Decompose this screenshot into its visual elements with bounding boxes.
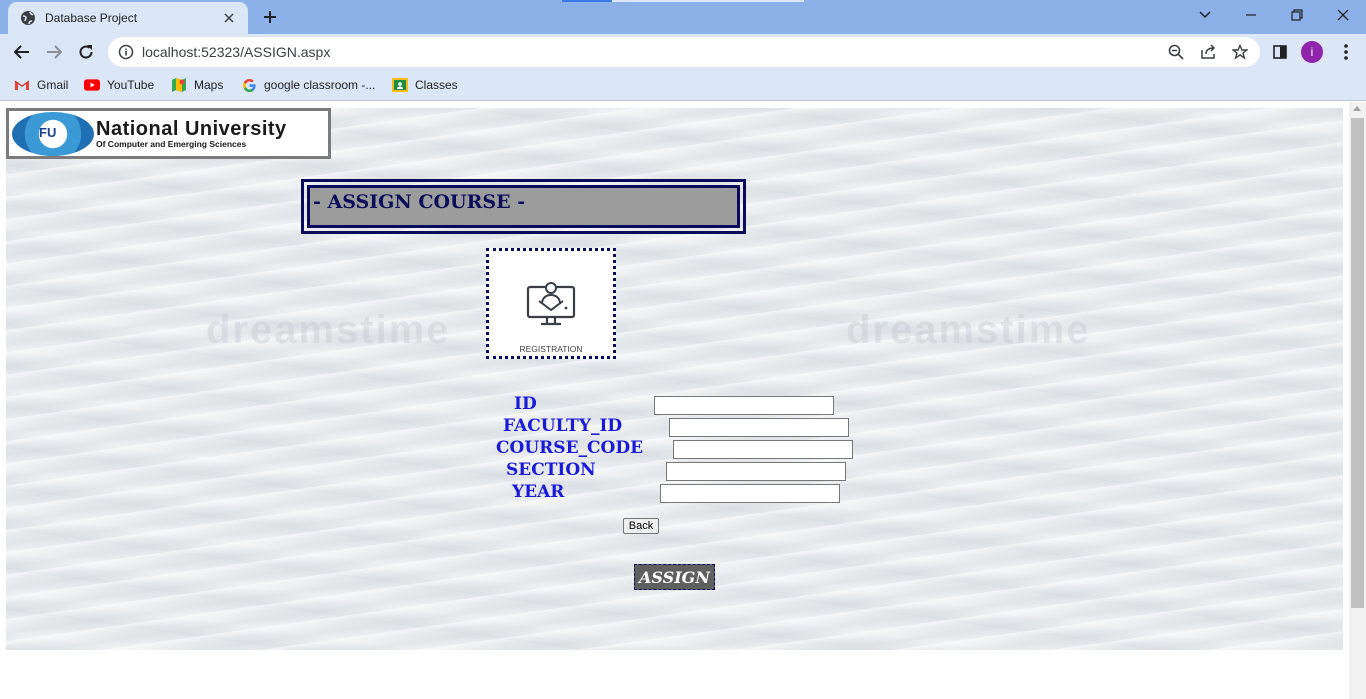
new-tab-button[interactable] — [258, 6, 282, 28]
watermark-text: dreamstime — [206, 308, 451, 352]
bookmark-youtube[interactable]: YouTube — [84, 76, 154, 94]
bookmark-label: YouTube — [107, 78, 155, 92]
browser-toolbar: localhost:52323/ASSIGN.aspx i — [0, 34, 1366, 70]
site-info-icon[interactable] — [118, 44, 134, 65]
section-input[interactable] — [666, 462, 846, 481]
logo-title: National University — [96, 117, 287, 140]
google-icon — [241, 77, 257, 93]
minimize-button[interactable] — [1228, 4, 1274, 26]
url-text[interactable]: localhost:52323/ASSIGN.aspx — [142, 44, 330, 60]
back-arrow-icon[interactable] — [9, 40, 35, 64]
tab-title: Database Project — [45, 11, 138, 25]
bookmark-maps[interactable]: Maps — [171, 76, 223, 94]
scroll-up-arrow-icon[interactable] — [1353, 106, 1361, 111]
classroom-icon — [392, 77, 408, 93]
youtube-icon — [84, 77, 100, 93]
address-bar[interactable]: localhost:52323/ASSIGN.aspx — [108, 37, 1260, 67]
profile-avatar[interactable]: i — [1301, 41, 1323, 63]
forward-arrow-icon[interactable] — [41, 40, 67, 64]
university-seal-icon: FU — [12, 111, 94, 156]
tab-strip-highlight-secondary — [612, 0, 804, 2]
bookmark-label: Classes — [415, 78, 458, 92]
year-input[interactable] — [660, 484, 840, 503]
course-code-label: COURSE_CODE — [496, 438, 644, 458]
globe-icon — [20, 10, 36, 26]
bookmarks-bar: Gmail YouTube Maps google classroom -...… — [0, 70, 1366, 101]
scrollbar-thumb[interactable] — [1351, 118, 1364, 608]
registration-image: REGISTRATION — [486, 248, 616, 359]
year-label: YEAR — [512, 482, 565, 502]
browser-tab[interactable]: Database Project — [8, 2, 248, 34]
reload-icon[interactable] — [73, 40, 99, 64]
zoom-icon[interactable] — [1167, 43, 1185, 61]
bookmark-label: google classroom -... — [264, 78, 376, 92]
back-button[interactable]: Back — [623, 518, 659, 534]
bookmark-label: Maps — [194, 78, 224, 92]
page-title: - ASSIGN COURSE - — [313, 191, 526, 213]
registration-monitor-icon — [526, 282, 576, 326]
assign-button[interactable]: ASSIGN — [634, 564, 715, 590]
seal-text: FU — [39, 124, 57, 140]
bookmark-star-icon[interactable] — [1231, 43, 1249, 61]
tab-strip: Database Project — [0, 0, 1366, 34]
watermark-text: dreamstime — [846, 308, 1091, 352]
registration-caption: REGISTRATION — [519, 344, 583, 354]
id-input[interactable] — [654, 396, 834, 415]
close-window-button[interactable] — [1320, 4, 1366, 26]
section-label: SECTION — [506, 460, 596, 480]
side-panel-icon[interactable] — [1267, 40, 1293, 64]
restore-button[interactable] — [1274, 4, 1320, 26]
faculty-id-input[interactable] — [669, 418, 849, 437]
vertical-scrollbar[interactable] — [1349, 102, 1366, 699]
tab-strip-highlight — [562, 0, 612, 2]
university-logo: FU National University Of Computer and E… — [6, 108, 331, 159]
menu-kebab-icon[interactable] — [1333, 40, 1359, 64]
bookmark-classes[interactable]: Classes — [392, 76, 458, 94]
tab-search-icon[interactable] — [1182, 4, 1228, 26]
course-code-input[interactable] — [673, 440, 853, 459]
maps-icon — [171, 77, 187, 93]
share-icon[interactable] — [1199, 43, 1217, 61]
close-tab-icon[interactable] — [220, 9, 238, 27]
bookmark-google-classroom[interactable]: google classroom -... — [241, 76, 375, 94]
bookmark-label: Gmail — [37, 78, 69, 92]
page-viewport: dreamstime dreamstime FU National Univer… — [0, 102, 1349, 699]
gmail-icon — [14, 77, 30, 93]
page-heading-box: - ASSIGN COURSE - — [301, 179, 746, 234]
logo-subtitle: Of Computer and Emerging Sciences — [96, 138, 247, 149]
bookmark-gmail[interactable]: Gmail — [14, 76, 68, 94]
faculty-id-label: FACULTY_ID — [503, 416, 623, 436]
id-label: ID — [514, 394, 537, 414]
